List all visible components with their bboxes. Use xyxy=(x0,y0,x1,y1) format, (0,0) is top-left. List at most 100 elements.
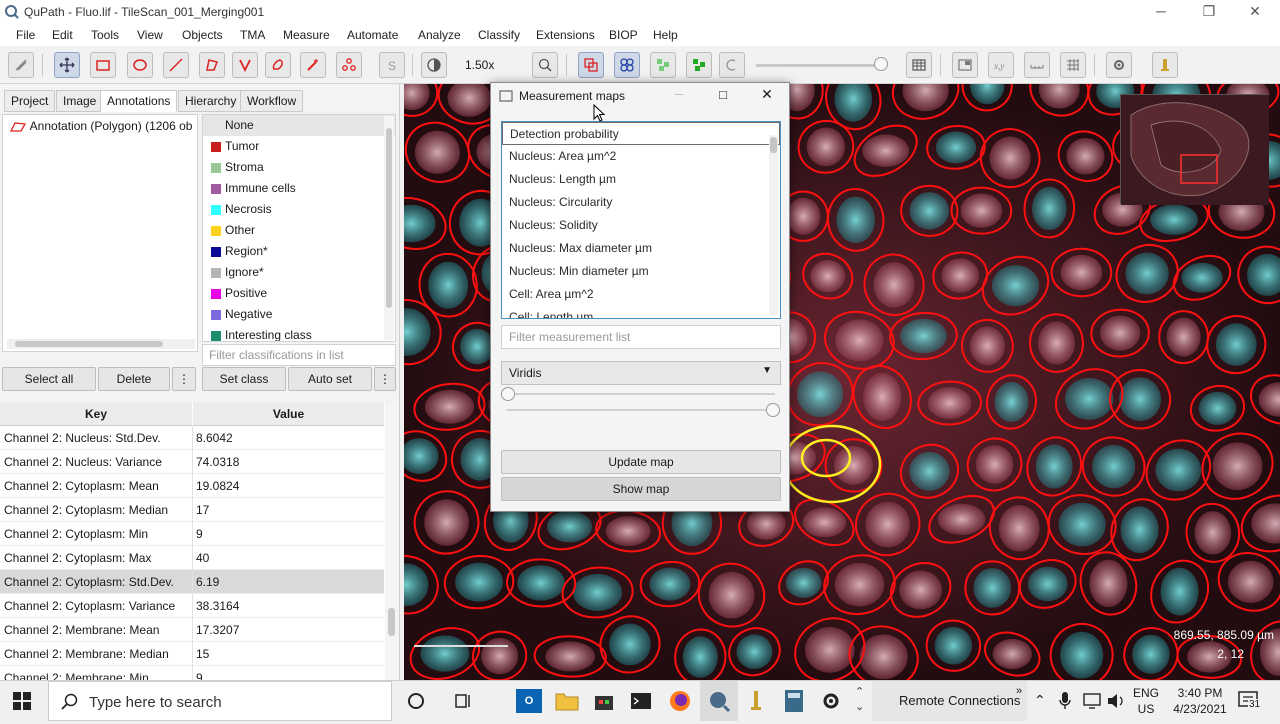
class-item[interactable]: Positive xyxy=(203,283,395,304)
move-tool-icon[interactable] xyxy=(54,52,80,78)
menu-view[interactable]: View xyxy=(137,28,163,42)
remote-connections-toolbar[interactable]: Remote Connections » xyxy=(872,681,1027,721)
selection-mode-icon[interactable]: S xyxy=(379,52,405,78)
annotation-more-button[interactable]: ⋮ xyxy=(172,367,196,391)
class-item[interactable]: Necrosis xyxy=(203,199,395,220)
table-row[interactable]: Channel 2: Membrane: Median 15 xyxy=(0,642,384,666)
list-item[interactable]: Annotation (Polygon) (1206 ob xyxy=(9,119,195,133)
opacity-slider-track[interactable] xyxy=(756,64,882,67)
qupath-taskbar-icon[interactable] xyxy=(700,681,738,721)
network-icon[interactable] xyxy=(1082,692,1102,713)
min-slider-track[interactable] xyxy=(507,393,775,395)
min-slider-thumb[interactable] xyxy=(501,387,515,401)
measurement-list-scrollbar[interactable] xyxy=(769,135,778,315)
preferences-gear-icon[interactable] xyxy=(1106,52,1132,78)
class-item[interactable]: Tumor xyxy=(203,136,395,157)
auto-set-button[interactable]: Auto set xyxy=(288,367,372,391)
select-all-button[interactable]: Select all xyxy=(2,367,96,391)
overview-icon[interactable] xyxy=(952,52,978,78)
class-item[interactable]: Ignore* xyxy=(203,262,395,283)
tab-annotations[interactable]: Annotations xyxy=(100,90,178,112)
class-more-button[interactable]: ⋮ xyxy=(374,367,396,391)
points-tool-icon[interactable] xyxy=(336,52,362,78)
calculator-icon[interactable] xyxy=(783,689,805,716)
menu-tma[interactable]: TMA xyxy=(240,28,265,42)
menu-biop[interactable]: BIOP xyxy=(609,28,638,42)
table-row[interactable]: Channel 2: Cytoplasm: Min 9 xyxy=(0,522,384,546)
menu-extensions[interactable]: Extensions xyxy=(536,28,595,42)
settings-gear-icon[interactable] xyxy=(820,690,842,715)
polygon-tool-icon[interactable] xyxy=(199,52,225,78)
show-tma-grid-icon[interactable] xyxy=(614,52,640,78)
overview-thumbnail[interactable] xyxy=(1120,94,1269,205)
table-row[interactable]: Channel 2: Cytoplasm: Max 40 xyxy=(0,546,384,570)
taskbar-search[interactable]: Type here to search xyxy=(48,681,392,721)
measurement-item[interactable]: Nucleus: Max diameter µm xyxy=(502,237,780,260)
table-row[interactable]: Channel 2: Cytoplasm: Median 17 xyxy=(0,498,384,522)
measurement-item[interactable]: Detection probability xyxy=(502,122,780,145)
measurement-item[interactable]: Nucleus: Area µm^2 xyxy=(502,145,780,168)
notifications-icon[interactable]: 31 xyxy=(1238,691,1262,714)
volume-icon[interactable] xyxy=(1106,692,1126,713)
table-row[interactable]: Channel 2: Nucleus: Variance 74.0318 xyxy=(0,450,384,474)
measurement-item[interactable]: Cell: Length µm xyxy=(502,306,780,318)
show-detections-icon[interactable] xyxy=(650,52,676,78)
brush-tool-icon[interactable] xyxy=(265,52,291,78)
menu-automate[interactable]: Automate xyxy=(347,28,398,42)
class-item[interactable]: Interesting class xyxy=(203,325,395,341)
show-hidden-icons[interactable]: ⌃ xyxy=(1034,692,1046,709)
firefox-icon[interactable] xyxy=(668,689,692,716)
dialog-minimize-button[interactable]: ─ xyxy=(667,87,691,101)
menu-edit[interactable]: Edit xyxy=(52,28,73,42)
outlook-icon[interactable]: O xyxy=(516,689,542,713)
close-button[interactable]: ✕ xyxy=(1232,0,1278,24)
restore-button[interactable]: ❐ xyxy=(1186,0,1232,24)
show-connections-icon[interactable] xyxy=(719,52,745,78)
table-row[interactable]: Channel 2: Membrane: Mean 17.3207 xyxy=(0,618,384,642)
annotation-hscrollbar[interactable] xyxy=(7,339,195,349)
menu-analyze[interactable]: Analyze xyxy=(418,28,461,42)
opacity-slider-thumb[interactable] xyxy=(874,57,888,71)
tab-hierarchy[interactable]: Hierarchy xyxy=(178,90,244,112)
tab-image[interactable]: Image xyxy=(56,90,104,112)
table-scrollbar[interactable] xyxy=(385,402,398,680)
cortana-icon[interactable] xyxy=(406,691,426,714)
max-slider-thumb[interactable] xyxy=(766,403,780,417)
measurement-item[interactable]: Nucleus: Length µm xyxy=(502,168,780,191)
file-explorer-icon[interactable] xyxy=(555,690,579,715)
show-map-button[interactable]: Show map xyxy=(501,477,781,501)
measurement-table-icon[interactable] xyxy=(906,52,932,78)
brightness-contrast-icon[interactable] xyxy=(8,52,34,78)
dialog-close-button[interactable]: ✕ xyxy=(755,86,779,103)
measurement-item[interactable]: Cell: Area µm^2 xyxy=(502,283,780,306)
log-icon[interactable] xyxy=(1152,52,1178,78)
tab-project[interactable]: Project xyxy=(4,90,56,112)
menu-file[interactable]: File xyxy=(16,28,35,42)
clock[interactable]: 3:40 PM 4/23/2021 xyxy=(1168,685,1232,717)
task-view-icon[interactable] xyxy=(453,691,473,714)
colormap-select[interactable]: Viridis ▼ xyxy=(501,361,781,385)
minimize-button[interactable]: ─ xyxy=(1138,0,1184,24)
menu-objects[interactable]: Objects xyxy=(182,28,223,42)
measurement-item[interactable]: Nucleus: Min diameter µm xyxy=(502,260,780,283)
taskbar-scroll-arrows[interactable]: ⌃ ⌄ xyxy=(855,685,864,715)
class-item[interactable]: Immune cells xyxy=(203,178,395,199)
class-item[interactable]: Negative xyxy=(203,304,395,325)
menu-tools[interactable]: Tools xyxy=(91,28,119,42)
set-class-button[interactable]: Set class xyxy=(202,367,286,391)
menu-help[interactable]: Help xyxy=(653,28,678,42)
line-tool-icon[interactable] xyxy=(163,52,189,78)
class-filter-input[interactable]: Filter classifications in list xyxy=(202,344,396,366)
class-list-scrollbar[interactable] xyxy=(384,116,394,340)
cursor-location-icon[interactable]: x,y xyxy=(988,52,1014,78)
max-slider-track[interactable] xyxy=(507,409,775,411)
measurement-filter-input[interactable]: Filter measurement list xyxy=(501,325,781,349)
measurement-item[interactable]: Nucleus: Circularity xyxy=(502,191,780,214)
class-item[interactable]: Other xyxy=(203,220,395,241)
dialog-maximize-button[interactable]: □ xyxy=(711,87,735,102)
store-icon[interactable] xyxy=(593,690,615,715)
class-item[interactable]: Stroma xyxy=(203,157,395,178)
delete-button[interactable]: Delete xyxy=(98,367,170,391)
fill-detections-icon[interactable] xyxy=(686,52,712,78)
app-icon[interactable] xyxy=(746,689,766,716)
